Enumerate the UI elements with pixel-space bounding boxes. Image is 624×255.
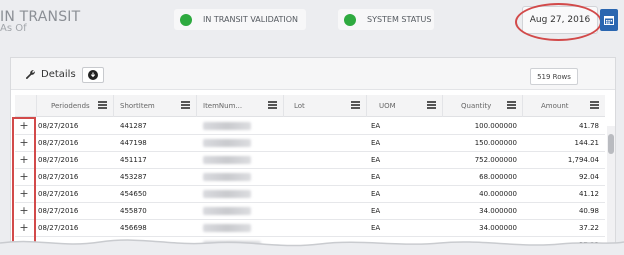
redacted-itemnum bbox=[203, 224, 251, 232]
column-header-quantity[interactable]: Quantity bbox=[442, 95, 522, 117]
in-transit-page: IN TRANSIT As Of IN TRANSIT VALIDATION S… bbox=[0, 0, 624, 255]
cell-uom: EA bbox=[371, 190, 381, 198]
column-menu-icon[interactable] bbox=[427, 101, 436, 109]
column-menu-icon[interactable] bbox=[268, 101, 277, 109]
cell-shortitem: 453287 bbox=[120, 173, 147, 181]
table-row[interactable]: +08/27/2016 441287 EA 100.000000 41.78 bbox=[15, 118, 605, 135]
cell-amount: 41.12 bbox=[578, 190, 599, 198]
cell-quantity: 752.000000 bbox=[474, 156, 517, 164]
table-row[interactable]: +08/27/2016 453287 EA 68.000000 92.04 bbox=[15, 169, 605, 186]
cell-amount: 41.78 bbox=[578, 122, 599, 130]
cell-periodends: 08/27/2016 bbox=[38, 190, 79, 198]
cell-shortitem: 447198 bbox=[120, 139, 147, 147]
column-label: Amount bbox=[541, 102, 569, 110]
cell-quantity: 100.000000 bbox=[474, 122, 517, 130]
cell-amount: 37.22 bbox=[578, 224, 599, 232]
cell-quantity: 34.000000 bbox=[479, 224, 517, 232]
table-row[interactable]: +08/27/2016 447198 EA 150.000000 144.21 bbox=[15, 135, 605, 152]
redacted-itemnum bbox=[203, 156, 251, 164]
expand-row-icon[interactable]: + bbox=[19, 136, 29, 149]
column-menu-icon[interactable] bbox=[98, 101, 107, 109]
column-label: Quantity bbox=[461, 102, 492, 110]
details-panel-header: Details 519 Rows bbox=[11, 58, 615, 90]
redacted-itemnum bbox=[203, 173, 251, 181]
cell-amount: 1,794.04 bbox=[567, 156, 599, 164]
expand-row-icon[interactable]: + bbox=[19, 204, 29, 217]
in-transit-validation-indicator[interactable]: IN TRANSIT VALIDATION bbox=[174, 9, 306, 30]
table-row[interactable]: +08/27/2016 454650 EA 40.000000 41.12 bbox=[15, 186, 605, 203]
indicator-label: SYSTEM STATUS bbox=[367, 15, 432, 24]
cell-periodends: 08/27/2016 bbox=[38, 207, 79, 215]
cell-periodends: 08/27/2016 bbox=[38, 139, 79, 147]
expand-row-icon[interactable]: + bbox=[19, 187, 29, 200]
rows-count-button[interactable]: 519 Rows bbox=[530, 68, 578, 85]
expand-row-icon[interactable]: + bbox=[19, 221, 29, 234]
column-header-lot[interactable]: Lot bbox=[283, 95, 366, 117]
download-icon bbox=[88, 70, 98, 80]
column-label: ItemNum... bbox=[203, 102, 243, 110]
cell-shortitem: 455870 bbox=[120, 207, 147, 215]
cell-shortitem: 454650 bbox=[120, 190, 147, 198]
grid-header: Periodends ShortItem ItemNum... Lot UOM bbox=[15, 95, 605, 117]
column-header-itemnum[interactable]: ItemNum... bbox=[196, 95, 283, 117]
cell-shortitem: 456698 bbox=[120, 224, 147, 232]
cell-periodends: 08/27/2016 bbox=[38, 173, 79, 181]
cell-uom: EA bbox=[371, 173, 381, 181]
download-button[interactable] bbox=[82, 67, 104, 83]
cell-periodends: 08/27/2016 bbox=[38, 224, 79, 232]
cell-quantity: 40.000000 bbox=[479, 190, 517, 198]
expand-column-header bbox=[15, 95, 36, 117]
cell-uom: EA bbox=[371, 224, 381, 232]
redacted-itemnum bbox=[203, 207, 251, 215]
cell-periodends: 08/27/2016 bbox=[38, 122, 79, 130]
column-label: Lot bbox=[294, 102, 305, 110]
column-header-periodends[interactable]: Periodends bbox=[36, 95, 113, 117]
cell-amount: 92.04 bbox=[578, 173, 599, 181]
cell-uom: EA bbox=[371, 122, 381, 130]
details-title: Details bbox=[41, 69, 76, 80]
column-header-amount[interactable]: Amount bbox=[522, 95, 605, 117]
cell-uom: EA bbox=[371, 156, 381, 164]
calendar-icon bbox=[604, 16, 614, 25]
column-menu-icon[interactable] bbox=[590, 101, 599, 109]
expand-row-icon[interactable]: + bbox=[19, 153, 29, 166]
column-label: UOM bbox=[379, 102, 396, 110]
cell-quantity: 150.000000 bbox=[474, 139, 517, 147]
cell-shortitem: 451117 bbox=[120, 156, 147, 164]
expand-row-icon[interactable]: + bbox=[19, 170, 29, 183]
cell-quantity: 68.000000 bbox=[479, 173, 517, 181]
table-row[interactable]: +08/27/2016 451117 EA 752.000000 1,794.04 bbox=[15, 152, 605, 169]
cell-quantity: 34.000000 bbox=[479, 207, 517, 215]
cell-uom: EA bbox=[371, 207, 381, 215]
column-label: ShortItem bbox=[120, 102, 155, 110]
page-subtitle: As Of bbox=[0, 23, 27, 34]
cell-amount: 40.98 bbox=[578, 207, 599, 215]
vertical-scrollbar[interactable] bbox=[607, 126, 615, 246]
indicator-label: IN TRANSIT VALIDATION bbox=[203, 15, 298, 24]
redacted-itemnum bbox=[203, 190, 251, 198]
redacted-itemnum bbox=[203, 122, 251, 130]
calendar-button[interactable] bbox=[600, 9, 618, 31]
cell-amount: 144.21 bbox=[574, 139, 600, 147]
scrollbar-thumb[interactable] bbox=[608, 134, 614, 154]
table-row[interactable]: +08/27/2016 455870 EA 34.000000 40.98 bbox=[15, 203, 605, 220]
cell-periodends: 08/27/2016 bbox=[38, 156, 79, 164]
status-ok-icon bbox=[180, 13, 192, 26]
wrench-icon bbox=[25, 70, 35, 80]
column-menu-icon[interactable] bbox=[351, 101, 360, 109]
system-status-indicator[interactable]: SYSTEM STATUS bbox=[338, 9, 434, 30]
column-menu-icon[interactable] bbox=[507, 101, 516, 109]
redacted-itemnum bbox=[203, 139, 251, 147]
as-of-date-field[interactable]: Aug 27, 2016 bbox=[522, 6, 598, 34]
column-menu-icon[interactable] bbox=[181, 101, 190, 109]
cell-uom: EA bbox=[371, 139, 381, 147]
details-panel: Details 519 Rows Periodends ShortItem It… bbox=[10, 57, 616, 255]
column-header-uom[interactable]: UOM bbox=[366, 95, 442, 117]
torn-edge bbox=[0, 239, 624, 255]
status-ok-icon bbox=[344, 13, 356, 26]
column-label: Periodends bbox=[51, 102, 90, 110]
column-header-shortitem[interactable]: ShortItem bbox=[113, 95, 196, 117]
cell-shortitem: 441287 bbox=[120, 122, 147, 130]
expand-row-icon[interactable]: + bbox=[19, 119, 29, 132]
